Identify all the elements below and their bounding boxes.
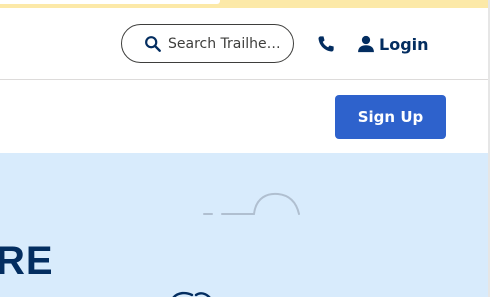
login-button[interactable]: Login [357, 34, 429, 54]
phone-icon [318, 36, 334, 52]
top-header: Search Trailhe… Login [0, 8, 488, 80]
search-placeholder: Search Trailhe… [168, 35, 281, 52]
decorative-line-illustration [203, 192, 300, 215]
hero-banner: RE [0, 153, 488, 297]
announcement-bar [0, 0, 490, 8]
login-label: Login [379, 34, 429, 54]
search-button[interactable]: Search Trailhe… [121, 24, 294, 63]
sub-navigation: Sign Up [0, 81, 488, 153]
search-icon [145, 35, 161, 52]
decorative-illustration-peek [172, 291, 211, 297]
hero-heading: RE [0, 239, 54, 283]
sign-up-button[interactable]: Sign Up [335, 95, 446, 139]
phone-button[interactable] [317, 35, 335, 53]
announcement-bar-mask [0, 0, 220, 4]
page: Search Trailhe… Login Sign Up RE [0, 0, 490, 297]
user-icon [358, 35, 374, 53]
